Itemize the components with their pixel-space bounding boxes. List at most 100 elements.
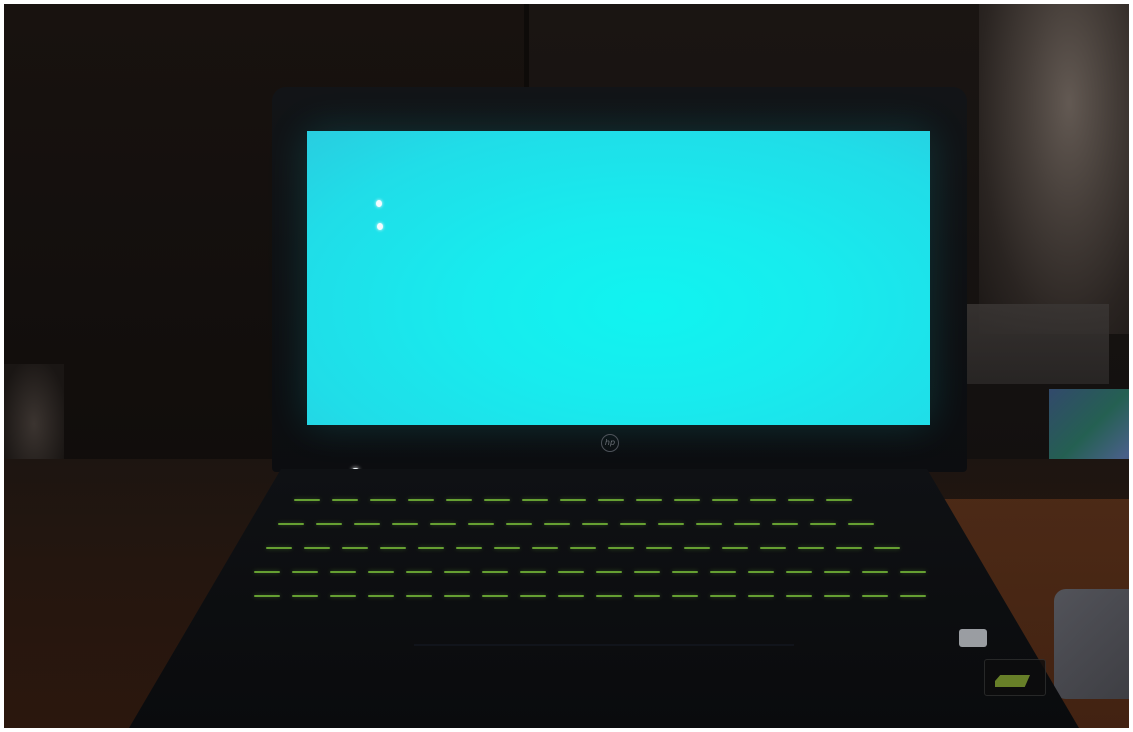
- key: [684, 547, 710, 549]
- keyboard: [254, 499, 979, 614]
- key: [582, 523, 608, 525]
- curtain: [979, 4, 1129, 334]
- key: [560, 499, 586, 501]
- key: [316, 523, 342, 525]
- key: [330, 571, 356, 573]
- key: [760, 547, 786, 549]
- key: [674, 499, 700, 501]
- key: [798, 547, 824, 549]
- key: [406, 571, 432, 573]
- key: [788, 499, 814, 501]
- key: [446, 499, 472, 501]
- keyboard-row: [254, 571, 926, 574]
- key: [874, 547, 900, 549]
- key: [266, 547, 292, 549]
- key: [482, 571, 508, 573]
- cursor-dot: [376, 200, 382, 207]
- key: [544, 523, 570, 525]
- keyboard-row: [266, 547, 900, 550]
- key: [254, 571, 280, 573]
- keyboard-row: [254, 595, 926, 598]
- key: [522, 499, 548, 501]
- key: [520, 571, 546, 573]
- key: [342, 547, 368, 549]
- key: [750, 499, 776, 501]
- key: [900, 595, 926, 597]
- key: [848, 523, 874, 525]
- keyboard-row: [294, 499, 852, 502]
- key: [824, 595, 850, 597]
- trackpad-edge: [414, 644, 794, 646]
- hp-logo-icon: hp: [601, 434, 619, 452]
- key: [294, 499, 320, 501]
- key: [712, 499, 738, 501]
- key: [696, 523, 722, 525]
- key: [826, 499, 852, 501]
- key: [672, 571, 698, 573]
- key: [824, 571, 850, 573]
- key: [418, 547, 444, 549]
- key: [444, 571, 470, 573]
- key: [354, 523, 380, 525]
- key: [786, 595, 812, 597]
- key: [734, 523, 760, 525]
- key: [900, 571, 926, 573]
- photo-frame: hp: [4, 4, 1129, 728]
- key: [786, 571, 812, 573]
- key: [468, 523, 494, 525]
- key: [330, 595, 356, 597]
- key: [482, 595, 508, 597]
- key: [570, 547, 596, 549]
- key: [532, 547, 558, 549]
- key: [636, 499, 662, 501]
- key: [292, 571, 318, 573]
- key: [370, 499, 396, 501]
- key: [406, 595, 432, 597]
- key: [430, 523, 456, 525]
- key: [292, 595, 318, 597]
- key: [722, 547, 748, 549]
- key: [392, 523, 418, 525]
- key: [484, 499, 510, 501]
- key: [598, 499, 624, 501]
- key: [748, 571, 774, 573]
- key: [810, 523, 836, 525]
- key: [634, 595, 660, 597]
- mousepad: [1054, 589, 1129, 699]
- key: [278, 523, 304, 525]
- key: [748, 595, 774, 597]
- key: [596, 595, 622, 597]
- key: [862, 571, 888, 573]
- key: [596, 571, 622, 573]
- key: [558, 595, 584, 597]
- key: [368, 571, 394, 573]
- gpu-sticker: [984, 659, 1046, 696]
- key: [254, 595, 280, 597]
- key: [658, 523, 684, 525]
- key: [368, 595, 394, 597]
- laptop-screen: [307, 131, 930, 425]
- cursor-dot: [377, 223, 383, 230]
- key: [620, 523, 646, 525]
- key: [380, 547, 406, 549]
- key: [634, 571, 660, 573]
- key: [494, 547, 520, 549]
- key: [304, 547, 330, 549]
- key: [646, 547, 672, 549]
- key: [558, 571, 584, 573]
- cpu-sticker: [959, 629, 987, 647]
- key: [520, 595, 546, 597]
- key: [710, 571, 736, 573]
- key: [862, 595, 888, 597]
- key: [836, 547, 862, 549]
- key: [444, 595, 470, 597]
- key: [456, 547, 482, 549]
- gpu-brand-mark-icon: [995, 675, 1030, 687]
- key: [608, 547, 634, 549]
- key: [506, 523, 532, 525]
- key: [710, 595, 736, 597]
- key: [332, 499, 358, 501]
- key: [672, 595, 698, 597]
- key: [772, 523, 798, 525]
- keyboard-row: [278, 523, 874, 526]
